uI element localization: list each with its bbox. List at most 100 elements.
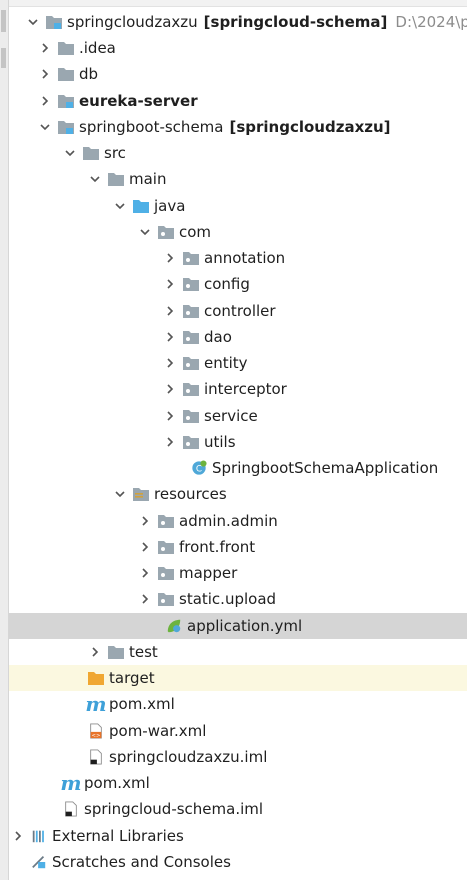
tree-row-test[interactable]: test <box>9 639 467 665</box>
chevron-right-icon[interactable] <box>162 355 178 371</box>
resources-label: resources <box>154 485 227 503</box>
tree-row-eureka-server[interactable]: eureka-server <box>9 88 467 114</box>
iml-file-icon <box>87 748 105 766</box>
tree-row-package[interactable]: entity <box>9 350 467 376</box>
root-pom-label: pom.xml <box>84 774 150 792</box>
chevron-right-icon[interactable] <box>162 408 178 424</box>
maven-icon: m <box>60 771 82 795</box>
tree-row-resource-dir[interactable]: admin.admin <box>9 508 467 534</box>
folder-icon <box>57 39 75 57</box>
chevron-right-icon[interactable] <box>137 591 153 607</box>
chevron-right-icon[interactable] <box>37 40 53 56</box>
chevron-right-icon[interactable] <box>162 434 178 450</box>
package-label: utils <box>204 433 236 451</box>
libraries-icon <box>30 827 48 845</box>
svg-text:<>: <> <box>92 733 101 739</box>
package-icon <box>182 275 200 293</box>
tree-row-java[interactable]: java <box>9 193 467 219</box>
package-icon <box>182 249 200 267</box>
java-label: java <box>154 197 186 215</box>
tree-row-external-libraries[interactable]: External Libraries <box>9 823 467 849</box>
tree-row-package[interactable]: annotation <box>9 245 467 271</box>
tree-row-package[interactable]: service <box>9 403 467 429</box>
spring-yaml-icon <box>165 617 183 635</box>
external-libraries-label: External Libraries <box>52 827 184 845</box>
tree-row-root-iml[interactable]: springcloud-schema.iml <box>9 796 467 822</box>
strip-tab-structure[interactable] <box>1 48 6 68</box>
chevron-down-icon[interactable] <box>112 198 128 214</box>
package-label: config <box>204 275 250 293</box>
tree-row-module-pom[interactable]: m pom.xml <box>9 691 467 717</box>
chevron-right-icon[interactable] <box>37 93 53 109</box>
resource-dir-label: mapper <box>179 564 238 582</box>
eureka-server-label: eureka-server <box>79 92 198 110</box>
chevron-right-icon[interactable] <box>137 513 153 529</box>
package-icon <box>157 564 175 582</box>
tree-row-package[interactable]: config <box>9 271 467 297</box>
package-icon <box>157 223 175 241</box>
chevron-right-icon[interactable] <box>162 381 178 397</box>
tree-row-resource-dir[interactable]: mapper <box>9 560 467 586</box>
chevron-down-icon[interactable] <box>37 119 53 135</box>
pom-war-label: pom-war.xml <box>109 722 207 740</box>
tree-row-application-yml[interactable]: application.yml <box>9 613 467 639</box>
chevron-right-icon[interactable] <box>162 276 178 292</box>
project-root-name: springcloudzaxzu <box>67 13 198 31</box>
package-icon <box>182 380 200 398</box>
chevron-down-icon[interactable] <box>62 145 78 161</box>
package-label: annotation <box>204 249 286 267</box>
tree-row-app-class[interactable]: C SpringbootSchemaApplication <box>9 455 467 481</box>
tree-row-pom-war[interactable]: <> pom-war.xml <box>9 718 467 744</box>
folder-icon <box>82 144 100 162</box>
tree-row-resource-dir[interactable]: static.upload <box>9 586 467 612</box>
folder-icon <box>107 170 125 188</box>
tree-row-db[interactable]: db <box>9 61 467 87</box>
tree-row-root-pom[interactable]: m pom.xml <box>9 770 467 796</box>
package-icon <box>157 538 175 556</box>
resource-dir-label: static.upload <box>179 590 277 608</box>
project-root-path: D:\2024\p103- <box>395 13 467 31</box>
chevron-down-icon[interactable] <box>87 171 103 187</box>
tree-row-project-root[interactable]: springcloudzaxzu [springcloud-schema] D:… <box>9 9 467 35</box>
tree-row-springboot-schema[interactable]: springboot-schema [springcloudzaxzu] <box>9 114 467 140</box>
resource-dir-label: front.front <box>179 538 256 556</box>
toolbar-edge <box>9 0 467 7</box>
chevron-right-icon[interactable] <box>162 329 178 345</box>
chevron-down-icon[interactable] <box>25 14 41 30</box>
chevron-right-icon[interactable] <box>37 66 53 82</box>
scratches-icon <box>30 853 48 871</box>
test-label: test <box>129 643 158 661</box>
chevron-right-icon[interactable] <box>10 828 26 844</box>
package-label: dao <box>204 328 232 346</box>
chevron-down-icon[interactable] <box>137 224 153 240</box>
spring-boot-class-icon: C <box>190 459 208 477</box>
chevron-right-icon[interactable] <box>137 539 153 555</box>
tree-row-package[interactable]: interceptor <box>9 376 467 402</box>
chevron-right-icon[interactable] <box>162 303 178 319</box>
tree-row-resource-dir[interactable]: front.front <box>9 534 467 560</box>
iml-file-icon <box>62 800 80 818</box>
package-label: service <box>204 407 258 425</box>
tree-row-main[interactable]: main <box>9 166 467 192</box>
chevron-down-icon[interactable] <box>112 486 128 502</box>
tree-row-target[interactable]: target <box>9 665 467 691</box>
tree-row-package[interactable]: dao <box>9 324 467 350</box>
chevron-right-icon[interactable] <box>162 250 178 266</box>
tree-row-src[interactable]: src <box>9 140 467 166</box>
strip-tab-project[interactable] <box>1 10 6 32</box>
tree-row-module-iml[interactable]: springcloudzaxzu.iml <box>9 744 467 770</box>
tree-row-scratches[interactable]: Scratches and Consoles <box>9 849 467 875</box>
package-icon <box>157 590 175 608</box>
main-label: main <box>129 170 167 188</box>
tree-row-package[interactable]: controller <box>9 298 467 324</box>
com-label: com <box>179 223 212 241</box>
tree-row-com[interactable]: com <box>9 219 467 245</box>
chevron-right-icon[interactable] <box>137 565 153 581</box>
package-icon <box>182 354 200 372</box>
tree-row-idea[interactable]: .idea <box>9 35 467 61</box>
app-class-label: SpringbootSchemaApplication <box>212 459 439 477</box>
chevron-right-icon[interactable] <box>87 644 103 660</box>
tree-row-resources[interactable]: resources <box>9 481 467 507</box>
tree-row-package[interactable]: utils <box>9 429 467 455</box>
folder-icon <box>57 65 75 83</box>
